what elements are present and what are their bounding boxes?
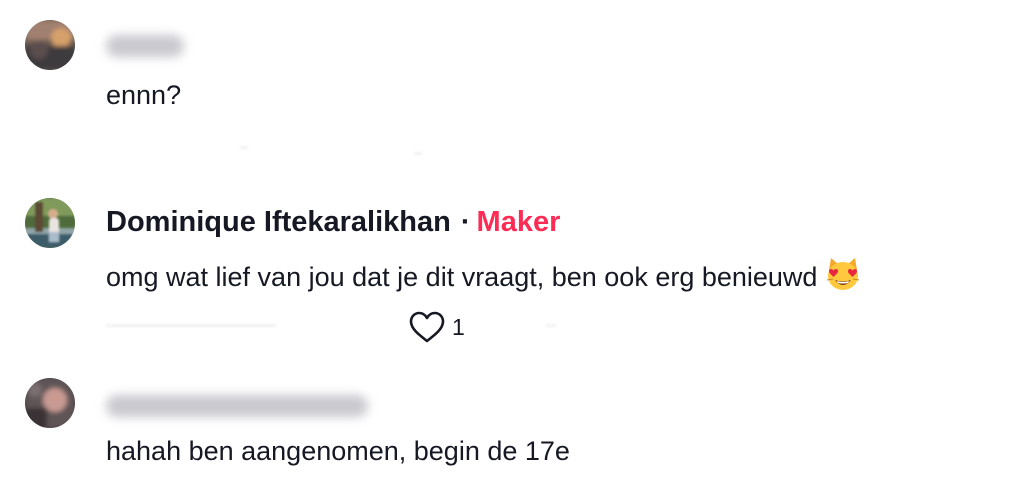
comment-text: omg wat lief van jou dat je dit vraagt, … [106, 262, 818, 292]
avatar[interactable] [25, 198, 75, 248]
reply-link-faint[interactable] [106, 324, 276, 327]
like-count: 1 [452, 314, 465, 340]
divider [546, 324, 556, 327]
comment-text: hahah ben aangenomen, begin de 17e [106, 436, 570, 466]
avatar[interactable] [25, 378, 75, 428]
author-name[interactable]: Dominique Iftekaralikhan [106, 206, 451, 238]
heart-icon [409, 311, 445, 343]
heart-eyes-cat-icon [825, 256, 861, 292]
author-name-blurred[interactable] [106, 395, 368, 417]
creator-badge: Maker [476, 206, 561, 238]
like-button[interactable] [408, 310, 446, 344]
author-line: Dominique Iftekaralikhan · Maker [106, 206, 560, 239]
avatar[interactable] [25, 20, 75, 70]
comment-text: ennn? [106, 80, 182, 110]
divider [414, 152, 422, 155]
comment-text-line: omg wat lief van jou dat je dit vraagt, … [106, 256, 861, 293]
separator-dot: · [460, 206, 471, 238]
author-name-blurred[interactable] [106, 35, 184, 57]
divider [240, 146, 248, 149]
comment-actions: 1 [106, 310, 706, 344]
